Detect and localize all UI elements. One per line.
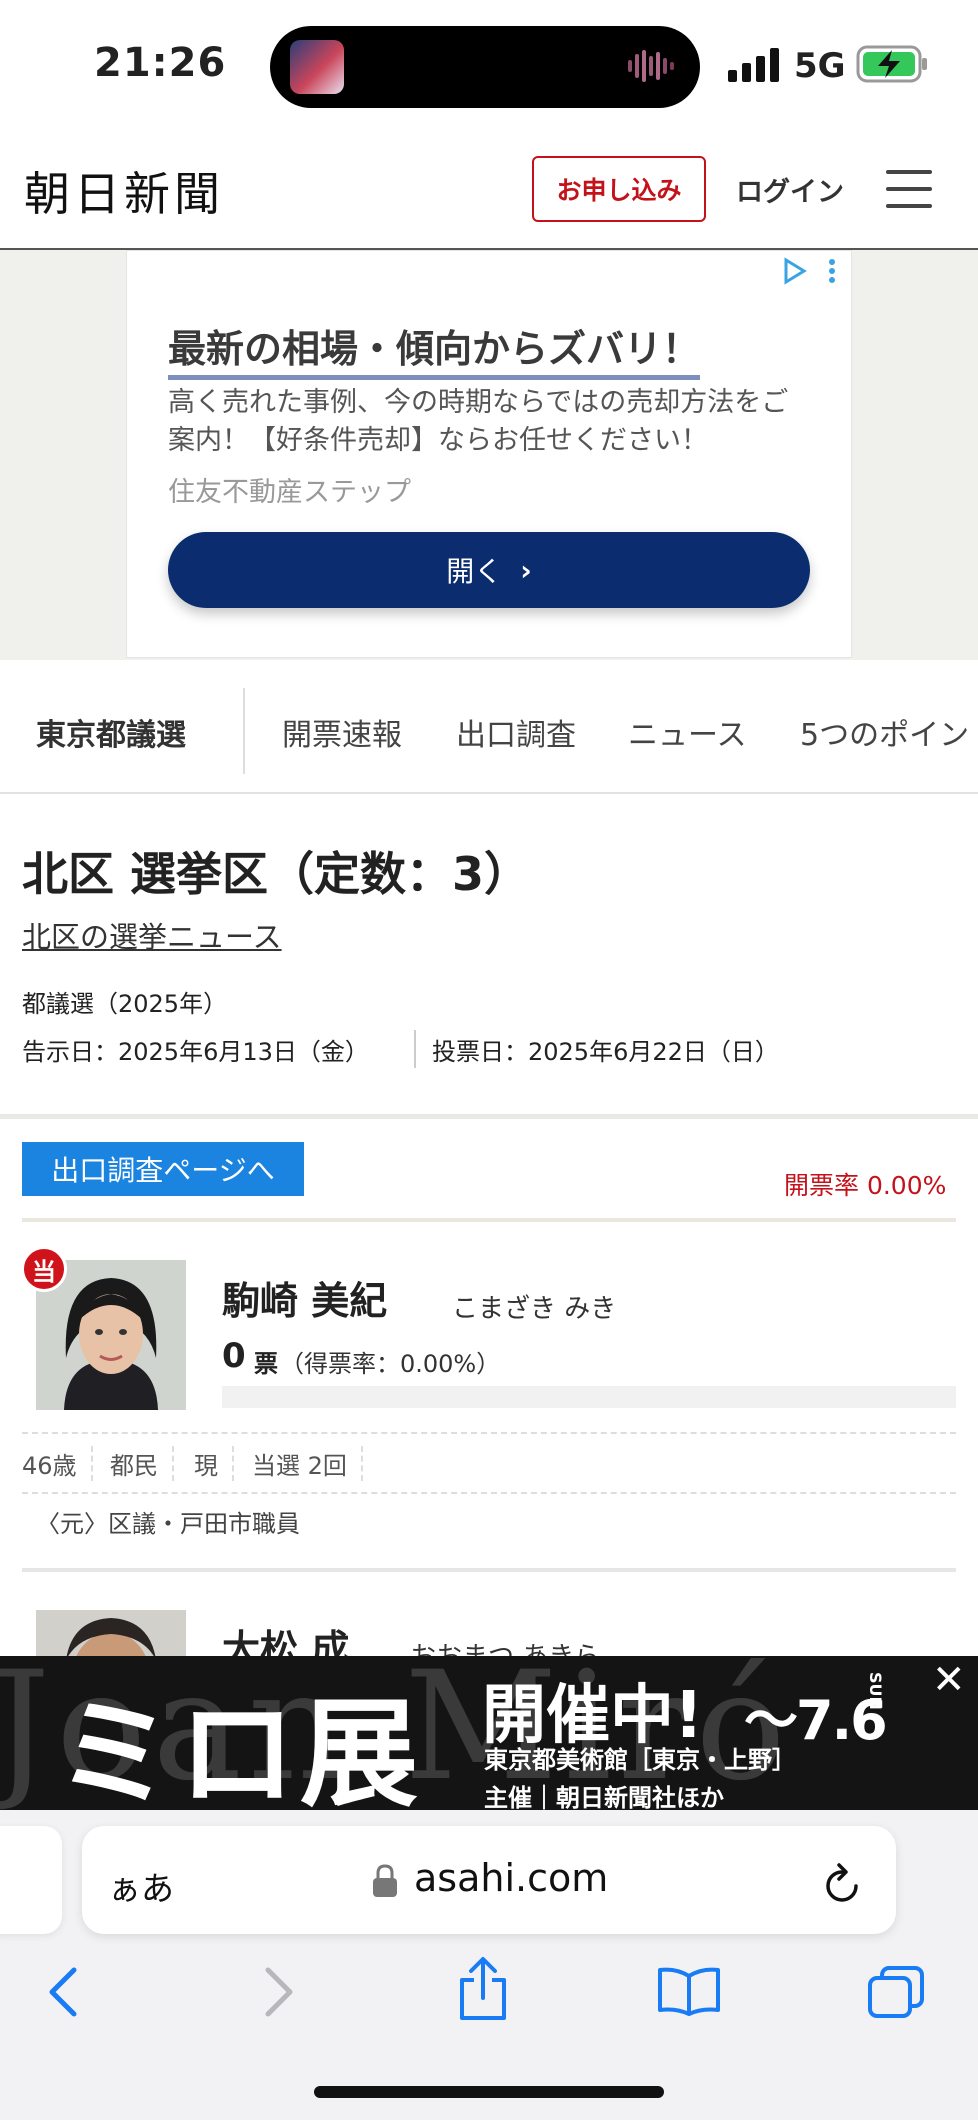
date-divider	[414, 1030, 416, 1068]
party-tag: 都民	[110, 1446, 174, 1481]
page-title: 北区 選挙区（定数：3）	[22, 847, 531, 901]
banner-venue: 東京都美術館［東京・上野］	[484, 1746, 796, 1774]
status-time: 21:26	[94, 40, 227, 86]
tab-news[interactable]: ニュース	[628, 710, 747, 754]
battery-charging-icon	[856, 45, 927, 83]
banner-organizer: 主催｜朝日新聞社ほか	[484, 1784, 724, 1812]
tab-points[interactable]: 5つのポイン	[800, 710, 969, 754]
tabs-icon[interactable]	[866, 1964, 926, 2020]
candidate-divider	[22, 1568, 956, 1572]
banner-title: ミロ展	[56, 1685, 423, 1823]
results-divider	[22, 1218, 956, 1222]
vote-unit: 票	[254, 1350, 278, 1378]
audio-wave-icon	[628, 50, 674, 82]
back-icon[interactable]	[46, 1966, 80, 2018]
age-tag: 46歳	[22, 1446, 93, 1481]
elected-badge: 当	[21, 1246, 67, 1292]
home-indicator	[314, 2086, 664, 2098]
page-settings-button[interactable]: ぁあ	[108, 1862, 174, 1910]
vote-date: 投票日：2025年6月22日（日）	[432, 1038, 779, 1066]
ad-body: 高く売れた事例、今の時期ならではの売却方法をご案内！【好条件売却】ならお任せくだ…	[168, 387, 789, 456]
chevron-right-icon: ›	[520, 553, 532, 587]
ad-choices-icon[interactable]	[782, 256, 842, 286]
nav-title[interactable]: 東京都議選	[36, 710, 186, 754]
vote-share-bar	[222, 1386, 956, 1408]
previous-tab[interactable]	[0, 1826, 62, 1934]
status-tag: 現	[194, 1446, 234, 1481]
tab-exit-poll[interactable]: 出口調査	[456, 710, 576, 754]
signal-icon	[728, 48, 779, 82]
banner-day: SUN	[866, 1672, 885, 1710]
ad-open-label: 開く	[446, 555, 503, 588]
bookmarks-icon[interactable]	[656, 1966, 722, 2016]
election-name: 都議選（2025年）	[22, 990, 228, 1018]
tab-results[interactable]: 開票速報	[282, 710, 402, 754]
vote-rate: （得票率：0.00%）	[280, 1350, 501, 1378]
section-divider	[0, 1114, 978, 1119]
candidate-kana: こまざき みき	[452, 1294, 617, 1324]
notice-date: 告示日：2025年6月13日（金）	[22, 1038, 369, 1066]
reload-icon[interactable]	[822, 1860, 864, 1906]
network-type: 5G	[794, 46, 846, 86]
url-text[interactable]: asahi.com	[414, 1856, 608, 1900]
ad-advertiser: 住友不動産ステップ	[168, 477, 411, 508]
forward-icon[interactable]	[262, 1966, 296, 2018]
vote-count: 0	[222, 1336, 246, 1376]
exit-poll-button[interactable]: 出口調査ページへ	[22, 1142, 304, 1196]
share-icon[interactable]	[456, 1956, 510, 2022]
nav-divider	[243, 688, 245, 774]
candidate-career: 〈元〉区議・戸田市職員	[36, 1510, 300, 1538]
login-link[interactable]: ログイン	[736, 170, 844, 209]
now-playing-artwork	[290, 40, 344, 94]
candidate-name: 駒崎 美紀	[222, 1279, 388, 1323]
ad-headline[interactable]: 最新の相場・傾向からズバリ！	[168, 318, 701, 380]
terms-tag: 当選 2回	[252, 1446, 363, 1481]
site-logo[interactable]: 朝日新聞	[24, 158, 224, 224]
hamburger-menu-icon[interactable]	[886, 170, 932, 208]
lock-icon	[373, 1864, 397, 1897]
subscribe-button[interactable]: お申し込み	[532, 156, 706, 222]
close-icon[interactable]: ✕	[932, 1660, 966, 1700]
district-news-link[interactable]: 北区の選挙ニュース	[22, 914, 282, 956]
counting-rate: 開票率 0.00%	[784, 1171, 947, 1200]
ad-open-button[interactable]: 開く ›	[168, 532, 810, 608]
